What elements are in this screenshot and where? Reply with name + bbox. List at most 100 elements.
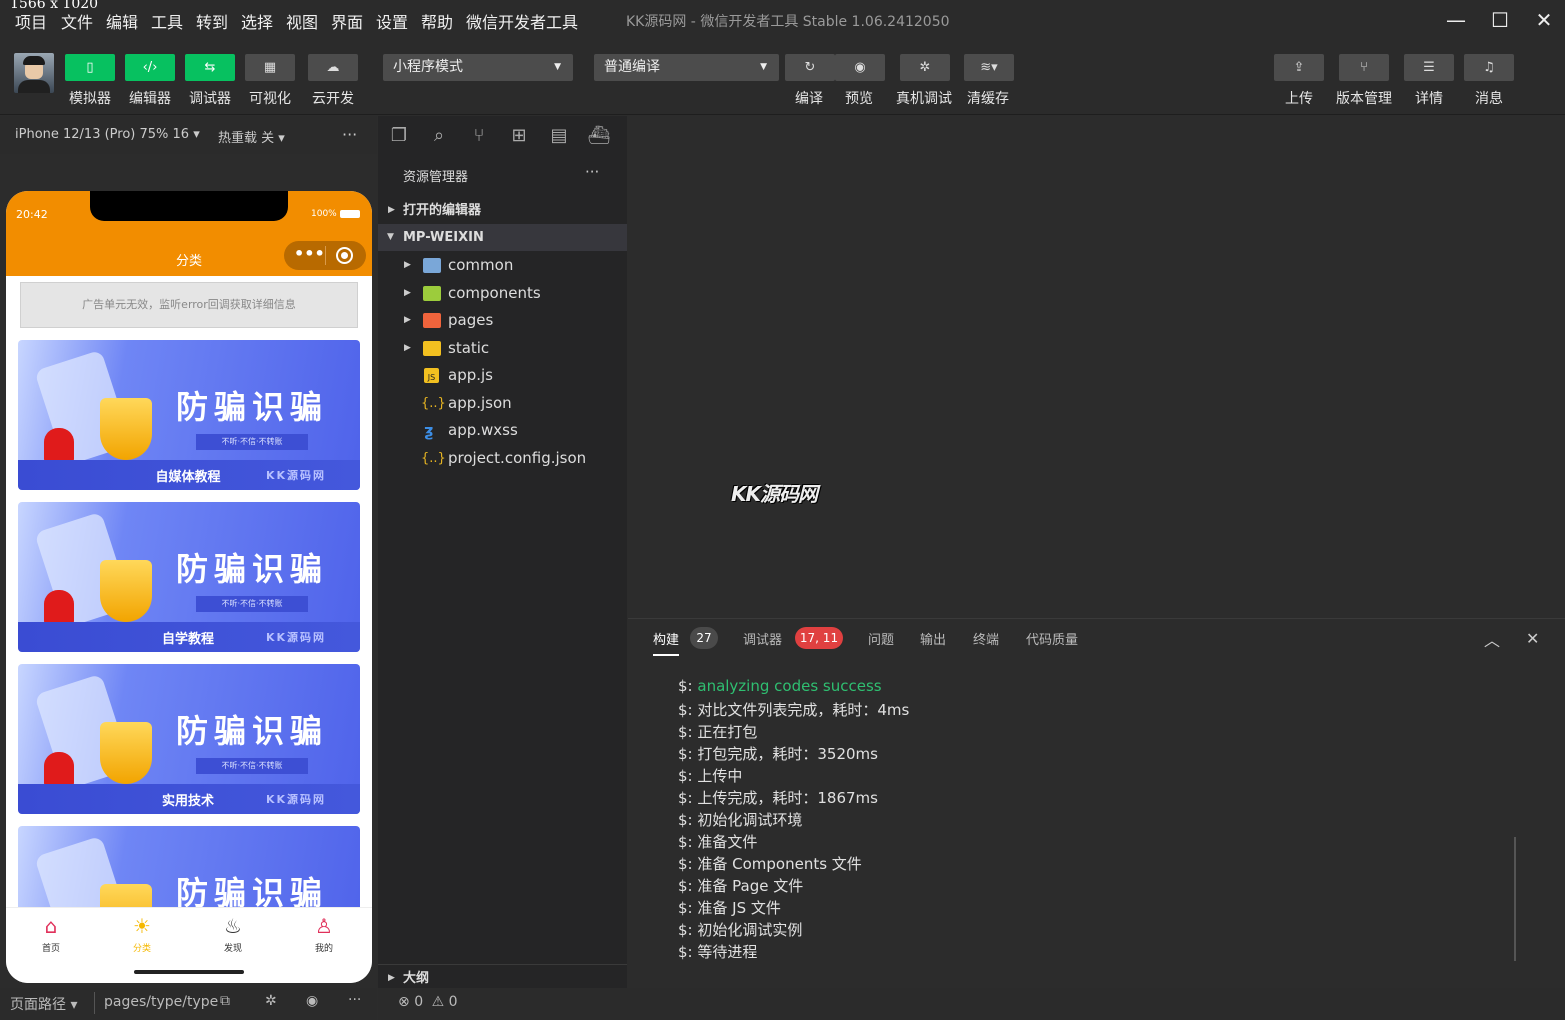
menu-view[interactable]: 视图 — [286, 9, 318, 33]
bug-icon[interactable]: ✲ — [265, 993, 277, 1009]
more-dots-icon[interactable]: ••• — [294, 244, 325, 263]
tree-item-app-js[interactable]: JS app.js — [378, 362, 627, 389]
simulator-toggle-button[interactable]: ▯ — [65, 54, 115, 81]
messages-button[interactable]: ♫ — [1464, 54, 1514, 81]
more-icon[interactable]: ··· — [348, 992, 361, 1008]
details-button[interactable]: ☰ — [1404, 54, 1454, 81]
clear-cache-label: 清缓存 — [967, 91, 1009, 107]
clear-cache-button[interactable]: ≋▾ — [964, 54, 1014, 81]
page-route-select[interactable]: 页面路径 ▾ — [10, 994, 77, 1014]
log-line: $: 正在打包 — [678, 721, 757, 742]
log-text: 准备 JS 文件 — [697, 899, 781, 917]
editor-toggle-button[interactable]: ‹/› — [125, 54, 175, 81]
menu-edit[interactable]: 编辑 — [106, 9, 138, 33]
menu-help[interactable]: 帮助 — [421, 9, 453, 33]
banner-subtitle: 不听·不信·不转账 — [196, 758, 308, 774]
device-select[interactable]: iPhone 12/13 (Pro) 75% 16 ▾ — [15, 127, 200, 142]
tab-code-quality[interactable]: 代码质量 — [1026, 629, 1078, 648]
shield-icon — [100, 398, 152, 460]
banner-label: 自学教程 — [161, 632, 214, 647]
log-scrollbar[interactable] — [1514, 837, 1516, 961]
banner-card[interactable]: 防骗识骗 不听·不信·不转账 自媒体教程 KK源码网 — [18, 340, 360, 490]
simulator-more-button[interactable]: ··· — [342, 125, 357, 144]
explorer-more-button[interactable]: ··· — [585, 163, 599, 181]
close-circle-icon[interactable] — [336, 247, 353, 264]
close-button[interactable]: ✕ — [1526, 6, 1562, 34]
mini-program-capsule[interactable]: ••• — [284, 241, 366, 270]
source-control-icon[interactable]: ⑂ — [467, 124, 491, 148]
chevron-down-icon: ▼ — [554, 62, 561, 72]
tab-home-label: 首页 — [41, 944, 60, 954]
tab-debugger[interactable]: 调试器 — [743, 629, 782, 648]
tab-terminal[interactable]: 终端 — [973, 629, 999, 648]
project-root-section[interactable]: ▼ MP-WEIXIN — [378, 224, 627, 251]
open-editors-section[interactable]: ▶ 打开的编辑器 — [378, 197, 627, 224]
banner-card[interactable]: 防骗识骗 不听·不信·不转账 实用技术 KK源码网 — [18, 664, 360, 814]
tab-home[interactable]: ⌂ 首页 — [21, 914, 81, 954]
eye-icon[interactable]: ◉ — [306, 993, 318, 1009]
tab-category[interactable]: ☀ 分类 — [112, 914, 172, 954]
menu-wechat-devtools[interactable]: 微信开发者工具 — [466, 9, 578, 33]
version-button[interactable]: ⑂ — [1339, 54, 1389, 81]
menu-tools[interactable]: 工具 — [151, 9, 183, 33]
avatar[interactable] — [14, 53, 54, 93]
compile-select[interactable]: 普通编译 ▼ — [594, 54, 779, 81]
outline-section[interactable]: ▶ 大纲 — [378, 964, 627, 991]
collapse-panel-icon[interactable]: ︿ — [1484, 627, 1500, 651]
debugger-toggle-button[interactable]: ⇆ — [185, 54, 235, 81]
extensions-icon[interactable]: ⊞ — [507, 124, 531, 148]
tab-problems[interactable]: 问题 — [868, 629, 894, 648]
menu-file[interactable]: 文件 — [61, 9, 93, 33]
visual-button[interactable]: ▦ — [245, 54, 295, 81]
tab-mine[interactable]: ♙ 我的 — [294, 914, 354, 954]
tree-item-pages[interactable]: ▶ pages — [378, 307, 627, 334]
window-title: KK源码网 - 微信开发者工具 Stable 1.06.2412050 — [626, 14, 950, 30]
banner-card[interactable]: 防骗识骗 不听·不信·不转账 自学教程 KK源码网 — [18, 502, 360, 652]
upload-button[interactable]: ⇪ — [1274, 54, 1324, 81]
tab-build[interactable]: 构建 — [653, 629, 680, 656]
docker-icon[interactable]: ⛴ — [587, 124, 611, 148]
tree-item-project-config[interactable]: {..} project.config.json — [378, 445, 627, 472]
copy-icon[interactable]: ⧉ — [220, 993, 230, 1009]
mode-select[interactable]: 小程序模式 ▼ — [383, 54, 573, 81]
tree-item-label: components — [448, 284, 541, 302]
tree-item-label: app.json — [448, 394, 512, 412]
version-label: 版本管理 — [1336, 91, 1392, 107]
layers-icon: ≋▾ — [980, 60, 998, 75]
warning-count-value: 0 — [448, 994, 458, 1010]
tree-item-app-wxss[interactable]: ƺ app.wxss — [378, 417, 627, 444]
phone-notch — [90, 191, 288, 221]
tab-mine-label: 我的 — [314, 944, 333, 954]
log-prefix: $: — [678, 701, 698, 719]
chevron-right-icon: ▶ — [404, 315, 411, 325]
tree-item-components[interactable]: ▶ components — [378, 280, 627, 307]
page-route-label: 页面路径 — [10, 997, 66, 1013]
error-icon: ⊗ — [398, 994, 410, 1010]
minimize-button[interactable]: — — [1438, 6, 1474, 34]
menu-settings[interactable]: 设置 — [376, 9, 408, 33]
compile-button[interactable]: ↻ — [785, 54, 835, 81]
tree-item-common[interactable]: ▶ common — [378, 252, 627, 279]
menu-project[interactable]: 项目 — [15, 9, 47, 33]
alarm-icon — [44, 428, 74, 462]
maximize-button[interactable]: ☐ — [1482, 6, 1518, 34]
preview-button[interactable]: ◉ — [835, 54, 885, 81]
remote-debug-button[interactable]: ✲ — [900, 54, 950, 81]
menu-goto[interactable]: 转到 — [196, 9, 228, 33]
tab-output[interactable]: 输出 — [920, 629, 946, 648]
search-icon[interactable]: ⌕ — [427, 124, 451, 148]
files-icon[interactable]: ❐ — [387, 124, 411, 148]
hot-reload-toggle[interactable]: 热重载 关 ▾ — [218, 127, 285, 146]
log-prefix: $: — [678, 677, 698, 695]
storage-icon[interactable]: ▤ — [547, 124, 571, 148]
cloud-button[interactable]: ☁ — [308, 54, 358, 81]
banner-label: 实用技术 — [161, 794, 214, 809]
tree-item-app-json[interactable]: {..} app.json — [378, 390, 627, 417]
close-panel-icon[interactable]: ✕ — [1526, 629, 1539, 648]
error-count[interactable]: ⊗ 0 ⚠ 0 — [398, 994, 458, 1010]
menu-interface[interactable]: 界面 — [331, 9, 363, 33]
menu-select[interactable]: 选择 — [241, 9, 273, 33]
tree-item-static[interactable]: ▶ static — [378, 335, 627, 362]
banner-subtitle: 不听·不信·不转账 — [196, 434, 308, 450]
tab-discover[interactable]: ♨ 发现 — [203, 914, 263, 954]
